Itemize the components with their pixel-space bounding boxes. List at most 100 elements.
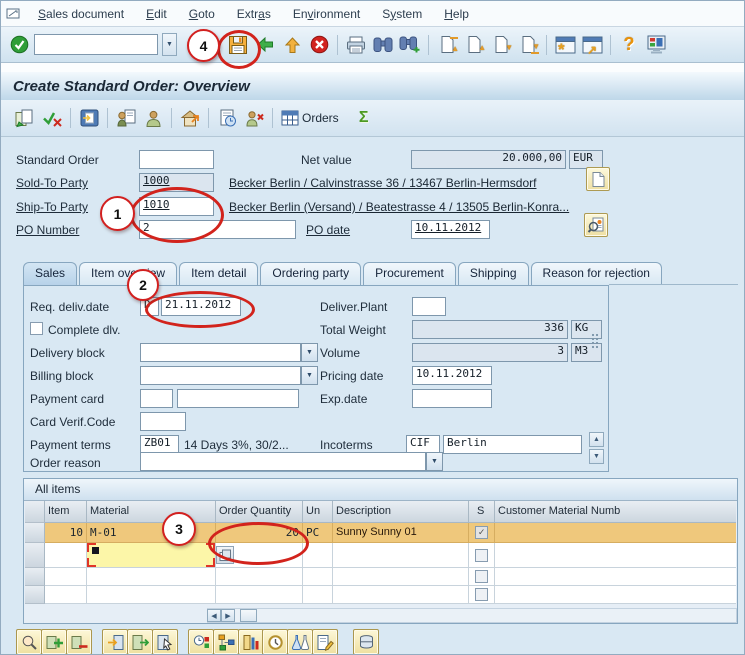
menu-help[interactable]: Help — [433, 7, 480, 21]
menu-system[interactable]: System — [371, 7, 433, 21]
description-cell[interactable] — [333, 568, 469, 586]
tab-ordering-party[interactable]: Ordering party — [260, 262, 361, 285]
sum-icon[interactable]: Σ — [352, 106, 376, 130]
new-session-icon[interactable]: * — [553, 33, 577, 57]
find-next-icon[interactable] — [398, 33, 422, 57]
unit-cell[interactable] — [303, 568, 333, 586]
column-s[interactable]: S — [469, 501, 495, 523]
ship-to-party-text[interactable]: Becker Berlin (Versand) / Beatestrasse 4… — [229, 199, 569, 215]
zoom-item-button[interactable] — [16, 629, 42, 655]
payment-card-number-field[interactable] — [177, 389, 299, 408]
person-icon[interactable] — [141, 106, 165, 130]
tab-shipping[interactable]: Shipping — [458, 262, 529, 285]
item-cell[interactable] — [45, 543, 87, 568]
next-page-icon[interactable]: ▼ — [489, 33, 513, 57]
header-details-icon[interactable] — [215, 106, 239, 130]
order-reason-field[interactable] — [140, 452, 426, 471]
horizontal-scrollbar[interactable] — [207, 608, 737, 623]
order-quantity-cell[interactable] — [216, 586, 303, 604]
po-date-field[interactable]: 10.11.2012 — [411, 220, 490, 239]
tab-procurement[interactable]: Procurement — [363, 262, 456, 285]
column-customer-material[interactable]: Customer Material Numb — [495, 501, 736, 523]
partner-card-icon[interactable] — [114, 106, 138, 130]
billing-block-field[interactable] — [140, 366, 301, 385]
customer-material-cell[interactable] — [495, 586, 736, 604]
house-arrow-icon[interactable] — [178, 106, 202, 130]
tab-item-detail[interactable]: Item detail — [179, 262, 258, 285]
standard-order-field[interactable] — [139, 150, 214, 169]
tab-sales[interactable]: Sales — [23, 262, 77, 285]
menu-edit[interactable]: Edit — [135, 7, 178, 21]
select-all-cell[interactable] — [25, 501, 45, 523]
column-order-quantity[interactable]: Order Quantity — [216, 501, 303, 523]
card-verif-code-field[interactable] — [140, 412, 186, 431]
display-availability-button[interactable] — [262, 629, 288, 655]
customer-material-cell[interactable] — [495, 568, 736, 586]
description-cell[interactable]: Sunny Sunny 01 — [333, 523, 469, 543]
shortcut-icon[interactable]: ↗ — [580, 33, 604, 57]
first-page-icon[interactable]: ▲ — [435, 33, 459, 57]
propose-items-button[interactable] — [312, 629, 338, 655]
exp-date-field[interactable] — [412, 389, 492, 408]
help-icon[interactable]: ? — [617, 33, 641, 57]
deliver-plant-field[interactable] — [412, 297, 446, 316]
unit-cell[interactable] — [303, 586, 333, 604]
menu-sales-document[interactable]: Sales document — [27, 7, 135, 21]
description-cell[interactable] — [333, 586, 469, 604]
item-cell[interactable] — [45, 568, 87, 586]
create-with-reference-icon[interactable] — [13, 106, 37, 130]
reject-document-icon[interactable] — [242, 106, 266, 130]
pricing-date-field[interactable]: 10.11.2012 — [412, 366, 492, 385]
item-structure-button[interactable] — [213, 629, 239, 655]
column-item[interactable]: Item — [45, 501, 87, 523]
copy-item-button[interactable] — [127, 629, 153, 655]
material-cell[interactable] — [87, 568, 216, 586]
search-help-button[interactable] — [584, 213, 608, 237]
row-selector[interactable] — [25, 568, 45, 586]
control-menu-icon[interactable] — [6, 7, 21, 20]
delete-item-button[interactable] — [66, 629, 92, 655]
resize-grip-icon[interactable] — [590, 332, 599, 350]
cancel-icon[interactable] — [307, 33, 331, 57]
command-dropdown-icon[interactable]: ▼ — [162, 33, 177, 56]
payment-card-type-field[interactable] — [140, 389, 173, 408]
customer-material-cell[interactable] — [495, 543, 736, 568]
lock-item-button[interactable] — [102, 629, 128, 655]
menu-goto[interactable]: Goto — [178, 7, 226, 21]
availability-check-button[interactable] — [287, 629, 313, 655]
order-reason-dropdown-icon[interactable]: ▼ — [426, 452, 443, 471]
select-item-button[interactable] — [152, 629, 178, 655]
item-conditions-button[interactable] — [238, 629, 264, 655]
scroll-left-icon[interactable]: ◀ — [207, 609, 221, 622]
add-item-button[interactable] — [41, 629, 67, 655]
item-cell[interactable] — [45, 586, 87, 604]
material-cell-focused[interactable] — [87, 543, 216, 568]
delivery-block-field[interactable] — [140, 343, 301, 362]
print-icon[interactable] — [344, 33, 368, 57]
scroll-down-icon[interactable]: ▼ — [589, 449, 604, 464]
row-selector[interactable] — [25, 543, 45, 568]
scrollbar-thumb[interactable] — [240, 609, 257, 622]
find-icon[interactable] — [371, 33, 395, 57]
check-availability-icon[interactable] — [40, 106, 64, 130]
description-cell[interactable] — [333, 543, 469, 568]
column-un[interactable]: Un — [303, 501, 333, 523]
customize-layout-icon[interactable] — [644, 33, 668, 57]
complete-dlv-checkbox[interactable] — [30, 322, 43, 335]
column-material[interactable]: Material — [87, 501, 216, 523]
create-text-button[interactable] — [586, 167, 610, 191]
material-cell[interactable]: M-01 — [87, 523, 216, 543]
scroll-up-icon[interactable]: ▲ — [589, 432, 604, 447]
row-selector[interactable] — [25, 586, 45, 604]
order-quantity-cell[interactable] — [216, 568, 303, 586]
command-input[interactable] — [34, 34, 158, 55]
schedule-lines-button[interactable] — [188, 629, 214, 655]
customer-material-cell[interactable] — [495, 523, 736, 543]
orders-button[interactable]: Orders — [279, 106, 341, 130]
previous-page-icon[interactable]: ▲ — [462, 33, 486, 57]
enter-icon[interactable] — [7, 33, 31, 57]
delivery-block-dropdown-icon[interactable]: ▼ — [301, 343, 318, 362]
row-selector[interactable] — [25, 523, 45, 543]
column-description[interactable]: Description — [333, 501, 469, 523]
document-flow-icon[interactable] — [77, 106, 101, 130]
